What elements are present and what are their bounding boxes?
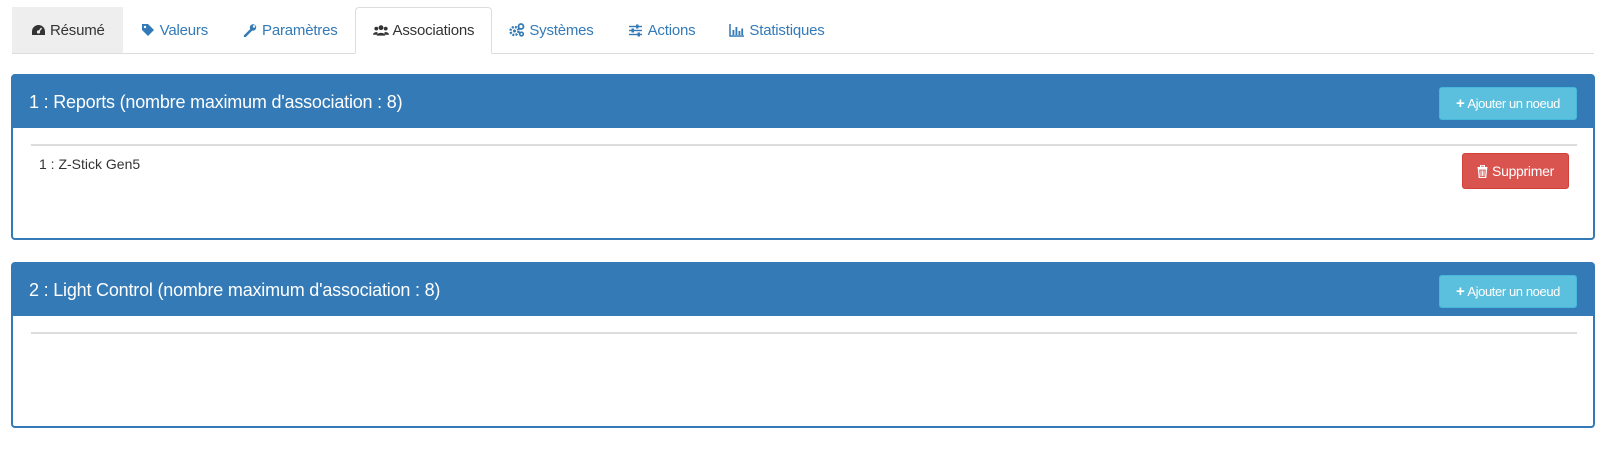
cogs-icon (509, 22, 525, 38)
tab-valeurs[interactable]: Valeurs (123, 7, 225, 53)
tab-associations[interactable]: Associations (354, 7, 493, 54)
dashboard-icon (30, 22, 46, 38)
delete-node-label: Supprimer (1492, 163, 1554, 179)
group-heading: 2 : Light Control (nombre maximum d'asso… (13, 264, 1593, 316)
tab-resume-label: Résumé (50, 21, 105, 39)
tab-statistiques-label: Statistiques (749, 21, 825, 39)
add-node-button[interactable]: + Ajouter un noeud (1439, 275, 1577, 308)
delete-node-button[interactable]: Supprimer (1462, 153, 1569, 189)
bar-chart-icon (729, 22, 745, 38)
wrench-icon (242, 22, 258, 38)
tag-icon (140, 22, 156, 38)
tab-parametres[interactable]: Paramètres (225, 7, 355, 53)
divider (31, 332, 1577, 334)
association-group-1: 1 : Reports (nombre maximum d'associatio… (11, 74, 1595, 240)
group-heading: 1 : Reports (nombre maximum d'associatio… (13, 76, 1593, 128)
divider (31, 144, 1577, 146)
tab-systemes-label: Systèmes (529, 21, 594, 39)
tab-systemes[interactable]: Systèmes (492, 7, 610, 53)
add-node-button[interactable]: + Ajouter un noeud (1439, 87, 1577, 120)
plus-icon: + (1456, 283, 1465, 300)
tab-actions[interactable]: Actions (611, 7, 713, 53)
sliders-icon (628, 22, 644, 38)
group-body: 1 : Z-Stick Gen5 Supprimer (13, 128, 1593, 238)
group-title: 1 : Reports (nombre maximum d'associatio… (29, 91, 403, 112)
add-node-label: Ajouter un noeud (1467, 284, 1560, 299)
tab-parametres-label: Paramètres (262, 21, 338, 39)
plus-icon: + (1456, 95, 1465, 112)
add-node-label: Ajouter un noeud (1467, 96, 1560, 111)
association-group-2: 2 : Light Control (nombre maximum d'asso… (11, 262, 1595, 428)
tab-valeurs-label: Valeurs (159, 21, 209, 39)
group-body (13, 316, 1593, 426)
users-icon (372, 23, 389, 39)
tab-actions-label: Actions (647, 21, 696, 39)
tab-resume[interactable]: Résumé (12, 7, 123, 53)
tab-bar: Résumé Valeurs Paramètres Associations S… (12, 7, 1594, 54)
tab-associations-label: Associations (392, 22, 475, 39)
node-label: 1 : Z-Stick Gen5 (39, 156, 141, 172)
group-title: 2 : Light Control (nombre maximum d'asso… (29, 279, 441, 300)
tab-statistiques[interactable]: Statistiques (712, 7, 841, 53)
trash-icon (1477, 164, 1488, 178)
